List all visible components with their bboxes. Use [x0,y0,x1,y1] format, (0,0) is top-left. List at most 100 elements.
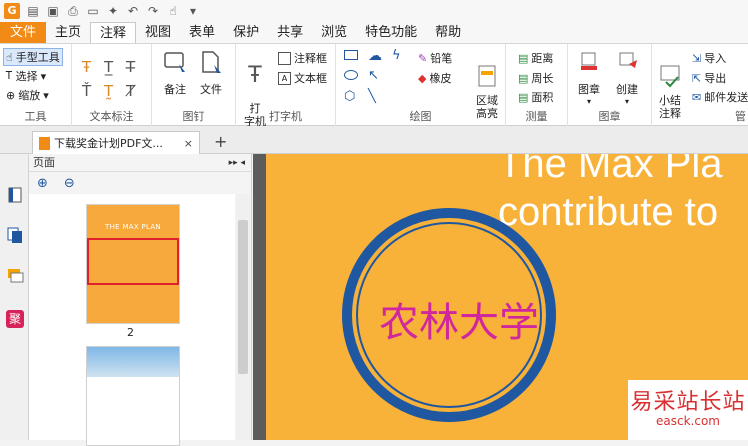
textbox-icon: A [278,71,291,85]
textbox-button[interactable]: A 文本框 [278,70,327,86]
group-label-manage: 管 [735,110,746,123]
document-tab-title: 下载奖金计划PDF文... [54,137,163,150]
perimeter-button[interactable]: ▤ 周长 [518,70,553,86]
scan-icon[interactable]: ▭ [86,4,100,18]
callout-icon [278,51,291,65]
callout-button[interactable]: 注释框 [278,50,327,66]
import-button[interactable]: ⇲ 导入 [692,50,726,66]
print-icon[interactable]: ⎙ [66,4,80,18]
arrow-icon: ↖ [368,68,379,83]
tab-form[interactable]: 表单 [180,22,224,43]
ruler-icon: ▤ [518,51,529,65]
panel-toolbar: ⊕ ⊖ [29,172,251,194]
polygon-icon: ϟ [392,48,401,63]
tab-share[interactable]: 共享 [268,22,312,43]
bookmark-icon[interactable] [6,186,24,204]
perimeter-icon: ▤ [518,71,529,85]
file-attach-button[interactable]: 文件 [196,50,226,97]
group-stamp: 图章 ▾ 创建 ▾ 图章 [568,44,652,126]
tab-view[interactable]: 视图 [136,22,180,43]
tab-browse[interactable]: 浏览 [312,22,356,43]
ribbon: ☝ 手型工具 Ꭲ 选择 ▾ ⊕ 缩放 ▾ 工具 Ŧ T̲ T̶ Ť T̰ Ⱦ 文本标… [0,44,748,128]
line-icon: ╲ [368,89,376,104]
create-stamp-button[interactable]: 创建 ▾ [612,50,642,106]
highlight-text-icon[interactable]: Ŧ [82,58,91,76]
save-icon[interactable]: ▣ [46,4,60,18]
insert-text-icon[interactable]: Ⱦ [126,82,135,100]
aggregate-icon[interactable]: 聚 [6,310,24,328]
area-button[interactable]: ▤ 面积 [518,89,553,105]
scrollbar-thumb[interactable] [238,220,248,374]
ellipse-tool[interactable] [344,70,358,80]
polygon-tool[interactable]: ⬡ [344,89,355,104]
pages-icon[interactable] [6,226,24,244]
stamp-icon [581,52,597,70]
distance-button[interactable]: ▤ 距离 [518,50,553,66]
group-typewriter: Ŧ 打 字机 注释框 A 文本框 打字机 [236,44,336,128]
replace-text-icon[interactable]: T̰ [104,82,113,100]
viewport-indicator[interactable] [87,238,179,285]
group-tools: ☝ 手型工具 Ꭲ 选择 ▾ ⊕ 缩放 ▾ 工具 [0,44,72,126]
app-logo-icon[interactable]: G [4,3,20,19]
stamp-button[interactable]: 图章 ▾ [574,50,604,106]
customize-arrow-icon[interactable]: ▾ [186,4,200,18]
thumbnail-scrollbar[interactable] [236,194,250,440]
zoom-button[interactable]: ⊕ 缩放 ▾ [6,87,49,103]
select-button[interactable]: Ꭲ 选择 ▾ [6,68,46,84]
area-highlight-icon [478,65,496,87]
zoom-in-thumbnail-icon[interactable]: ⊕ [37,176,48,191]
hand-tool-button[interactable]: ☝ 手型工具 [3,48,63,66]
undo-icon[interactable]: ↶ [126,4,140,18]
eraser-button[interactable]: ◆ 橡皮 [418,70,451,86]
group-pin: 备注 文件 图钉 [152,44,236,126]
rectangle-tool[interactable] [344,50,358,60]
email-button[interactable]: ✉ 邮件发送 [692,89,748,105]
export-button[interactable]: ⇱ 导出 [692,70,726,86]
new-icon[interactable]: ✦ [106,4,120,18]
group-label-tools: 工具 [24,110,47,123]
group-label-text-markup: 文本标注 [89,110,134,123]
arrow-tool[interactable]: ↖ [368,68,379,83]
document-heading-line2: contribute to [498,190,719,234]
tab-file[interactable]: 文件 [0,22,46,43]
close-tab-icon[interactable]: × [184,137,193,150]
thumbnail-page-3[interactable] [86,346,180,446]
comments-icon[interactable] [6,266,24,284]
document-tab[interactable]: 下载奖金计划PDF文... × [32,131,200,154]
line-tool[interactable]: ╲ [368,89,376,104]
menu-bar: 文件 主页 注释 视图 表单 保护 共享 浏览 特色功能 帮助 [0,22,748,44]
rectangle-icon [344,50,358,60]
underline-text-icon[interactable]: T̲ [104,58,113,76]
panel-collapse-icon[interactable]: ▸▸ ◂ [229,154,245,172]
tab-protect[interactable]: 保护 [224,22,268,43]
redo-icon[interactable]: ↷ [146,4,160,18]
note-button[interactable]: 备注 [160,50,190,97]
thumbnail-page-2[interactable]: THE MAX PLAN [86,204,180,324]
strikeout-text-icon[interactable]: T̶ [126,58,135,76]
open-folder-icon[interactable]: ▤ [26,4,40,18]
tab-home[interactable]: 主页 [46,22,90,43]
typewriter-icon: Ŧ [248,63,262,88]
file-icon [202,51,221,73]
hand-tool-icon[interactable]: ☝ [166,4,180,18]
pencil-button[interactable]: ✎ 铅笔 [418,50,452,66]
group-label-drawing: 绘图 [409,110,432,123]
tab-help[interactable]: 帮助 [426,22,470,43]
tab-comment[interactable]: 注释 [90,22,137,43]
import-icon: ⇲ [692,51,702,65]
squiggly-text-icon[interactable]: Ť [82,82,91,100]
group-label-pin: 图钉 [182,110,205,123]
lightning-tool[interactable]: ϟ [392,48,401,63]
cloud-tool[interactable]: ☁ [368,48,382,64]
eraser-icon: ◆ [418,71,427,85]
thumbnail-list: THE MAX PLAN 2 [29,194,235,446]
export-icon: ⇱ [692,71,702,85]
note-icon [164,52,185,72]
text-cursor-icon: Ꭲ [6,69,13,82]
email-icon: ✉ [692,90,702,104]
new-tab-icon[interactable]: + [214,132,227,151]
tab-features[interactable]: 特色功能 [356,22,426,43]
zoom-out-thumbnail-icon[interactable]: ⊖ [64,176,75,191]
stamp-annotation[interactable]: 农林大学 [342,208,556,422]
page-thumbnails-panel: 页面 ▸▸ ◂ ⊕ ⊖ THE MAX PLAN 2 [29,154,252,446]
